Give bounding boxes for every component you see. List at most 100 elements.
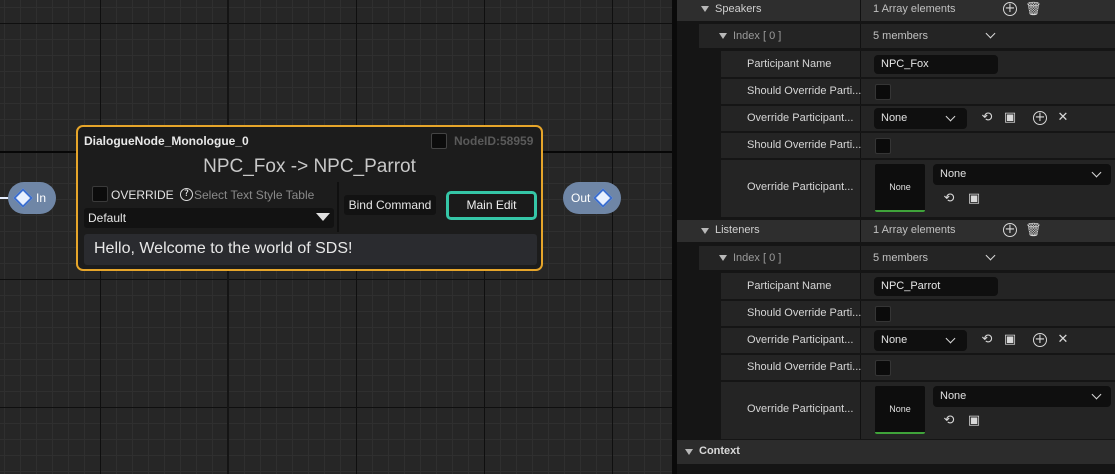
exec-pin-icon	[13, 188, 33, 208]
should-override-label: Should Override Parti...	[747, 139, 862, 151]
trash-icon[interactable]: 🗑	[1025, 223, 1042, 239]
add-element-icon[interactable]: +	[1003, 223, 1017, 237]
should-override-label: Should Override Parti...	[747, 361, 862, 373]
browse-folder-icon[interactable]: ▣	[966, 191, 982, 207]
main-edit-button[interactable]: Main Edit	[446, 191, 537, 220]
participant-name-value: NPC_Fox	[881, 58, 929, 70]
should-override-checkbox[interactable]	[875, 138, 891, 154]
back-arrow-icon[interactable]: ⟲	[979, 110, 995, 126]
speakers-count: 1 Array elements	[873, 3, 956, 15]
add-icon[interactable]: +	[1033, 333, 1047, 347]
speakers-should-override-row: Should Override Parti...	[677, 79, 1115, 104]
should-override-label: Should Override Parti...	[747, 85, 862, 97]
speakers-override-participant-asset-row: Override Participant... None None ⟲ ▣	[677, 160, 1115, 217]
listeners-count: 1 Array elements	[873, 224, 956, 236]
back-arrow-icon[interactable]: ⟲	[941, 413, 957, 429]
override-participant-label: Override Participant...	[747, 403, 854, 415]
dropdown-arrow-icon	[316, 213, 330, 221]
add-icon[interactable]: +	[1033, 111, 1047, 125]
trash-icon[interactable]: 🗑	[1025, 2, 1042, 18]
browse-folder-icon[interactable]: ▣	[1002, 332, 1018, 348]
graph-canvas[interactable]: In Out DialogueNode_Monologue_0 NodeID:5…	[0, 0, 672, 474]
override-checkbox[interactable]	[92, 186, 108, 202]
combo-value: None	[940, 168, 967, 180]
collapse-arrow-icon[interactable]	[701, 228, 709, 234]
asset-thumbnail[interactable]: None	[875, 386, 925, 434]
browse-folder-icon[interactable]: ▣	[966, 413, 982, 429]
participant-name-input[interactable]: NPC_Parrot	[874, 277, 998, 296]
override-participant-combo[interactable]: None	[874, 108, 967, 129]
speakers-index-row[interactable]: Index [ 0 ] 5 members	[677, 24, 1115, 48]
node-divider	[337, 182, 339, 232]
text-style-table-picker[interactable]: Select Text Style Table	[194, 188, 314, 202]
back-arrow-icon[interactable]: ⟲	[979, 332, 995, 348]
dialogue-node[interactable]: DialogueNode_Monologue_0 NodeID:58959 NP…	[76, 125, 543, 271]
participant-name-input[interactable]: NPC_Fox	[874, 55, 998, 74]
input-pin-label: In	[36, 191, 47, 205]
close-icon[interactable]: ✕	[1055, 332, 1071, 348]
text-style-dropdown[interactable]: Default	[84, 208, 334, 228]
node-participants-heading: NPC_Fox -> NPC_Parrot	[203, 156, 416, 177]
participant-name-label: Participant Name	[747, 280, 832, 292]
chevron-down-icon	[1091, 389, 1102, 400]
input-pin[interactable]: In	[8, 182, 56, 214]
listeners-index-row[interactable]: Index [ 0 ] 5 members	[677, 246, 1115, 270]
exec-pin-icon	[593, 188, 614, 208]
dialogue-text: Hello, Welcome to the world of SDS!	[94, 240, 353, 257]
asset-thumbnail-label: None	[889, 182, 911, 192]
speakers-override-participant-row: Override Participant... None ⟲ ▣ + ✕	[677, 106, 1115, 131]
listeners-override-participant-row: Override Participant... None ⟲ ▣ + ✕	[677, 328, 1115, 353]
output-pin-label: Out	[571, 191, 591, 205]
override-participant-label: Override Participant...	[747, 334, 854, 346]
should-override-checkbox[interactable]	[875, 360, 891, 376]
text-style-icon: ?	[180, 188, 193, 201]
chevron-down-icon	[1091, 167, 1102, 178]
asset-thumbnail[interactable]: None	[875, 164, 925, 212]
should-override-checkbox[interactable]	[875, 306, 891, 322]
back-arrow-icon[interactable]: ⟲	[941, 191, 957, 207]
listeners-row[interactable]: Listeners 1 Array elements + 🗑	[677, 220, 1115, 242]
text-style-dropdown-value: Default	[88, 211, 127, 225]
listeners-label: Listeners	[715, 224, 760, 236]
context-section-header[interactable]: Context	[677, 440, 1115, 464]
collapse-arrow-icon[interactable]	[719, 33, 727, 39]
chevron-down-icon	[945, 111, 956, 122]
participant-name-value: NPC_Parrot	[881, 280, 941, 292]
chevron-down-icon	[945, 333, 956, 344]
collapse-arrow-icon[interactable]	[685, 449, 693, 455]
override-label: OVERRIDE	[111, 188, 174, 202]
listeners-should-override-row: Should Override Parti...	[677, 301, 1115, 326]
bind-command-button[interactable]: Bind Command	[344, 195, 436, 215]
override-participant-combo[interactable]: None	[874, 330, 967, 351]
collapse-arrow-icon[interactable]	[719, 255, 727, 261]
listeners-members: 5 members	[873, 252, 929, 264]
override-participant-label: Override Participant...	[747, 112, 854, 124]
speakers-label: Speakers	[715, 3, 762, 15]
override-participant-label: Override Participant...	[747, 181, 854, 193]
asset-thumbnail-label: None	[889, 404, 911, 414]
speakers-should-override-row-2: Should Override Parti...	[677, 133, 1115, 158]
listeners-should-override-row-2: Should Override Parti...	[677, 355, 1115, 380]
add-element-icon[interactable]: +	[1003, 2, 1017, 16]
listeners-participant-name-row: Participant Name NPC_Parrot	[677, 273, 1115, 299]
speakers-participant-name-row: Participant Name NPC_Fox	[677, 51, 1115, 77]
combo-value: None	[881, 334, 908, 346]
node-id: NodeID:58959	[454, 134, 534, 148]
should-override-label: Should Override Parti...	[747, 307, 862, 319]
context-label: Context	[699, 445, 740, 457]
asset-picker-combo[interactable]: None	[933, 164, 1111, 185]
participant-name-label: Participant Name	[747, 58, 832, 70]
browse-folder-icon[interactable]: ▣	[1002, 110, 1018, 126]
details-panel: Speakers 1 Array elements + 🗑 Index [ 0 …	[672, 0, 1115, 474]
listeners-override-participant-asset-row: Override Participant... None None ⟲ ▣	[677, 382, 1115, 439]
collapse-arrow-icon[interactable]	[701, 6, 709, 12]
should-override-checkbox[interactable]	[875, 84, 891, 100]
output-pin[interactable]: Out	[563, 182, 621, 214]
asset-picker-combo[interactable]: None	[933, 386, 1111, 407]
combo-value: None	[940, 390, 967, 402]
dialogue-text-box[interactable]: Hello, Welcome to the world of SDS!	[84, 234, 537, 265]
node-checkbox[interactable]	[431, 133, 447, 149]
close-icon[interactable]: ✕	[1055, 110, 1071, 126]
speakers-row[interactable]: Speakers 1 Array elements + 🗑	[677, 0, 1115, 21]
combo-value: None	[881, 112, 908, 124]
